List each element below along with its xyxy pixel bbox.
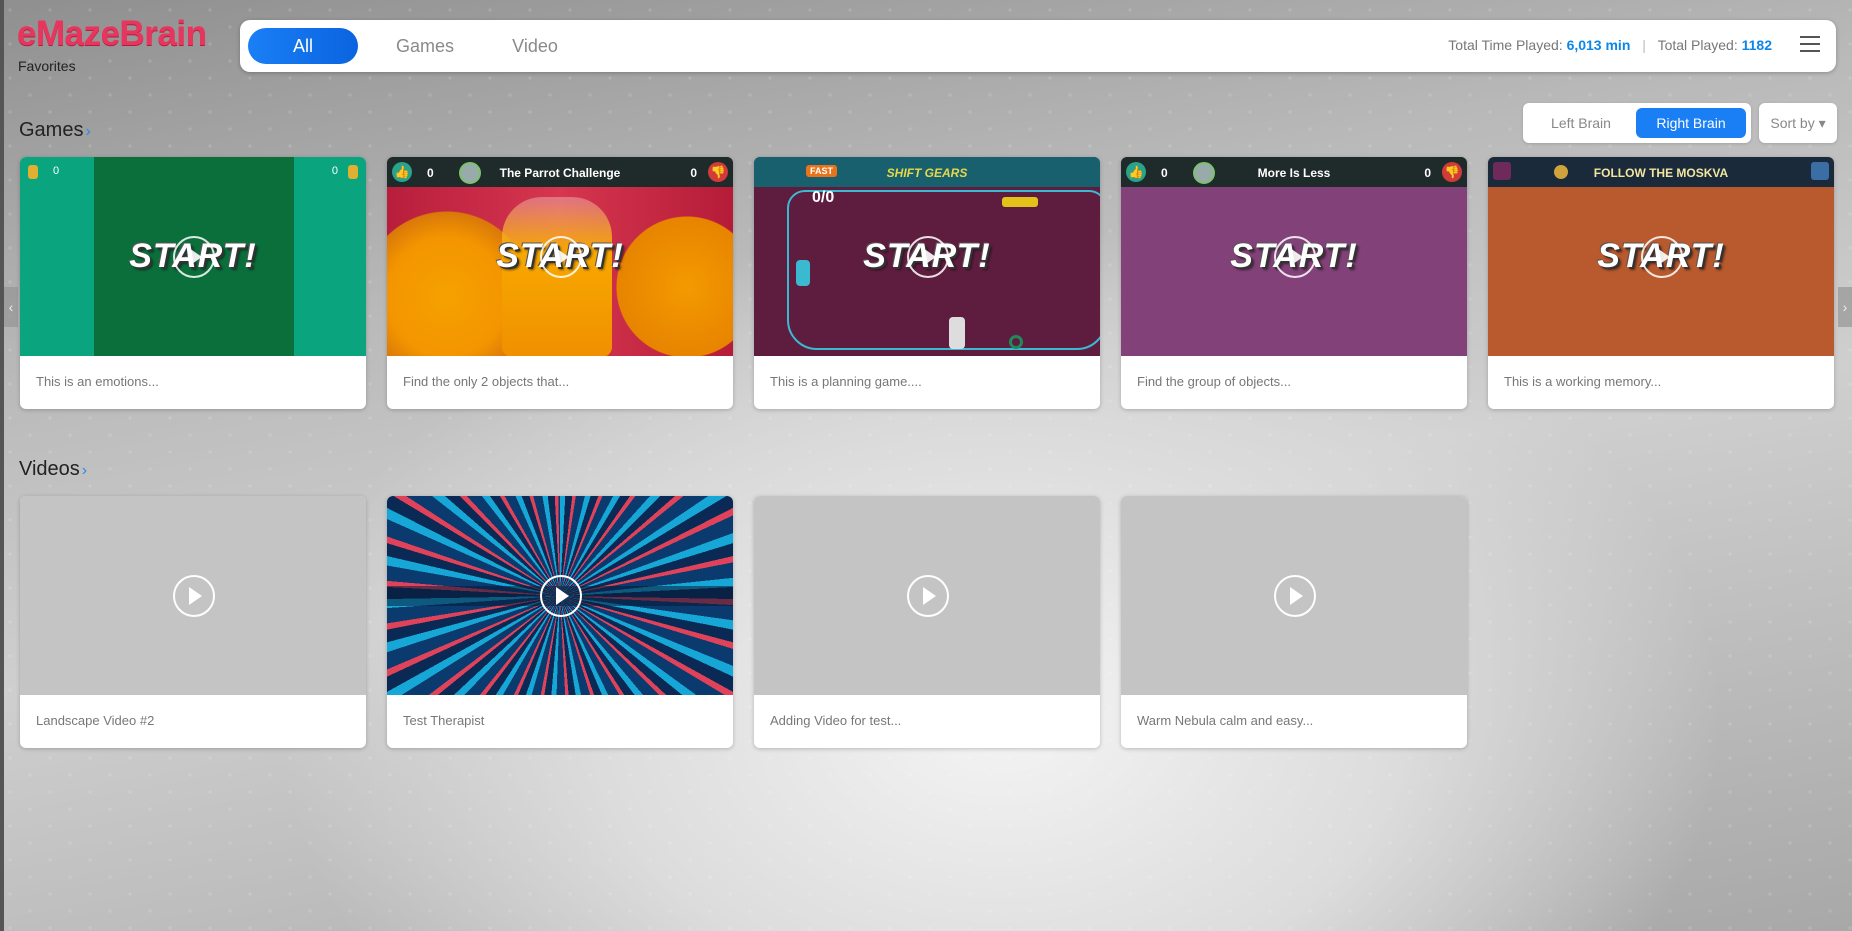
- video-thumbnail[interactable]: [20, 496, 366, 695]
- tab-games[interactable]: Games: [370, 28, 480, 64]
- game-thumbnail[interactable]: FAST SHIFT GEARS 0/0 START!: [754, 157, 1100, 356]
- moves-counter: 0/0: [812, 189, 835, 206]
- play-icon[interactable]: [540, 236, 582, 278]
- game-card[interactable]: 👍 0 More Is Less 0 👎 START! Find the gro…: [1121, 157, 1467, 409]
- game-header-bar: 👍 0 More Is Less 0 👎: [1121, 157, 1467, 187]
- video-card[interactable]: Warm Nebula calm and easy...: [1121, 496, 1467, 748]
- total-played-value: 1182: [1741, 37, 1772, 53]
- time-played-value: 6,013 min: [1566, 37, 1631, 53]
- left-brain-button[interactable]: Left Brain: [1531, 108, 1631, 138]
- video-caption: Adding Video for test...: [770, 713, 902, 728]
- videos-title-text: Videos: [19, 458, 80, 480]
- video-caption: Landscape Video #2: [36, 713, 155, 728]
- thumbs-down-icon[interactable]: 👎: [708, 162, 728, 182]
- tab-all[interactable]: All: [248, 28, 358, 64]
- time-played-label: Total Time Played:: [1448, 37, 1563, 53]
- play-icon[interactable]: [1641, 236, 1683, 278]
- play-icon[interactable]: [173, 575, 215, 617]
- video-card[interactable]: Landscape Video #2: [20, 496, 366, 748]
- car-yellow: [1002, 197, 1038, 207]
- game-caption: Find the group of objects...: [1137, 374, 1291, 389]
- game-title: The Parrot Challenge: [499, 166, 621, 180]
- game-thumbnail[interactable]: 👍 0 More Is Less 0 👎 START!: [1121, 157, 1467, 356]
- game-thumbnail[interactable]: 👍 0 The Parrot Challenge 0 👎 START!: [387, 157, 733, 356]
- score-left: 0: [53, 165, 60, 177]
- game-card[interactable]: 👍 0 The Parrot Challenge 0 👎 START! Find…: [387, 157, 733, 409]
- video-card[interactable]: Adding Video for test...: [754, 496, 1100, 748]
- video-thumbnail[interactable]: [754, 496, 1100, 695]
- game-caption: This is a planning game....: [770, 374, 922, 389]
- dislikes-count: 0: [1424, 166, 1431, 180]
- window-edge: [0, 0, 4, 931]
- goal-target-icon: [1009, 335, 1023, 349]
- sort-by-dropdown[interactable]: Sort by ▾: [1759, 103, 1837, 143]
- app-logo[interactable]: eMazeBrain: [17, 14, 207, 54]
- game-card[interactable]: FOLLOW THE MOSKVA START! This is a worki…: [1488, 157, 1834, 409]
- play-icon[interactable]: [1274, 236, 1316, 278]
- videos-section-title[interactable]: Videos ›: [19, 458, 87, 481]
- games-section-title[interactable]: Games ›: [19, 119, 91, 142]
- page-subtitle: Favorites: [18, 58, 76, 74]
- top-navigation-bar: All Games Video Total Time Played: 6,013…: [240, 20, 1836, 72]
- video-caption: Warm Nebula calm and easy...: [1137, 713, 1314, 728]
- trophy-icon: [28, 165, 38, 179]
- game-title: SHIFT GEARS: [886, 166, 968, 180]
- score-right: 0: [331, 165, 338, 177]
- game-caption: Find the only 2 objects that...: [403, 374, 570, 389]
- game-header-bar: FAST SHIFT GEARS: [754, 157, 1100, 187]
- total-played-label: Total Played:: [1657, 37, 1738, 53]
- caret-down-icon: ▾: [1818, 115, 1826, 131]
- trophy-icon: [348, 165, 358, 179]
- dislikes-count: 0: [690, 166, 697, 180]
- game-thumbnail[interactable]: 0 0 START!: [20, 157, 366, 356]
- play-icon[interactable]: [907, 575, 949, 617]
- game-title: FOLLOW THE MOSKVA: [1593, 166, 1729, 180]
- bookmark-icon[interactable]: [1811, 162, 1829, 180]
- video-thumbnail[interactable]: [1121, 496, 1467, 695]
- sort-by-label: Sort by: [1770, 115, 1815, 131]
- play-icon[interactable]: [1274, 575, 1316, 617]
- games-title-text: Games: [19, 119, 84, 141]
- play-icon[interactable]: [907, 236, 949, 278]
- game-card[interactable]: 0 0 START! This is an emotions...: [20, 157, 366, 409]
- game-header-bar: 👍 0 The Parrot Challenge 0 👎: [387, 157, 733, 187]
- hamburger-menu-icon[interactable]: [1800, 36, 1820, 54]
- right-brain-button[interactable]: Right Brain: [1636, 108, 1746, 138]
- chevron-right-icon: ›: [85, 123, 91, 140]
- game-title: More Is Less: [1257, 166, 1331, 180]
- thumbs-down-icon[interactable]: 👎: [1442, 162, 1462, 182]
- play-stats: Total Time Played: 6,013 min | Total Pla…: [1448, 37, 1772, 53]
- video-card[interactable]: Test Therapist: [387, 496, 733, 748]
- game-thumbnail[interactable]: FOLLOW THE MOSKVA START!: [1488, 157, 1834, 356]
- carousel-prev-arrow[interactable]: ‹: [4, 287, 18, 327]
- play-icon[interactable]: [540, 575, 582, 617]
- car-white: [949, 317, 965, 349]
- play-icon[interactable]: [173, 236, 215, 278]
- video-thumbnail[interactable]: [387, 496, 733, 695]
- video-caption: Test Therapist: [403, 713, 485, 728]
- game-header-bar: FOLLOW THE MOSKVA: [1488, 157, 1834, 187]
- carousel-next-arrow[interactable]: ›: [1838, 287, 1852, 327]
- brain-filter-toggle: Left Brain Right Brain: [1523, 103, 1751, 143]
- game-caption: This is a working memory...: [1504, 374, 1662, 389]
- tab-video[interactable]: Video: [480, 28, 590, 64]
- game-card[interactable]: FAST SHIFT GEARS 0/0 START! This is a pl…: [754, 157, 1100, 409]
- game-caption: This is an emotions...: [36, 374, 159, 389]
- chevron-right-icon: ›: [81, 462, 88, 479]
